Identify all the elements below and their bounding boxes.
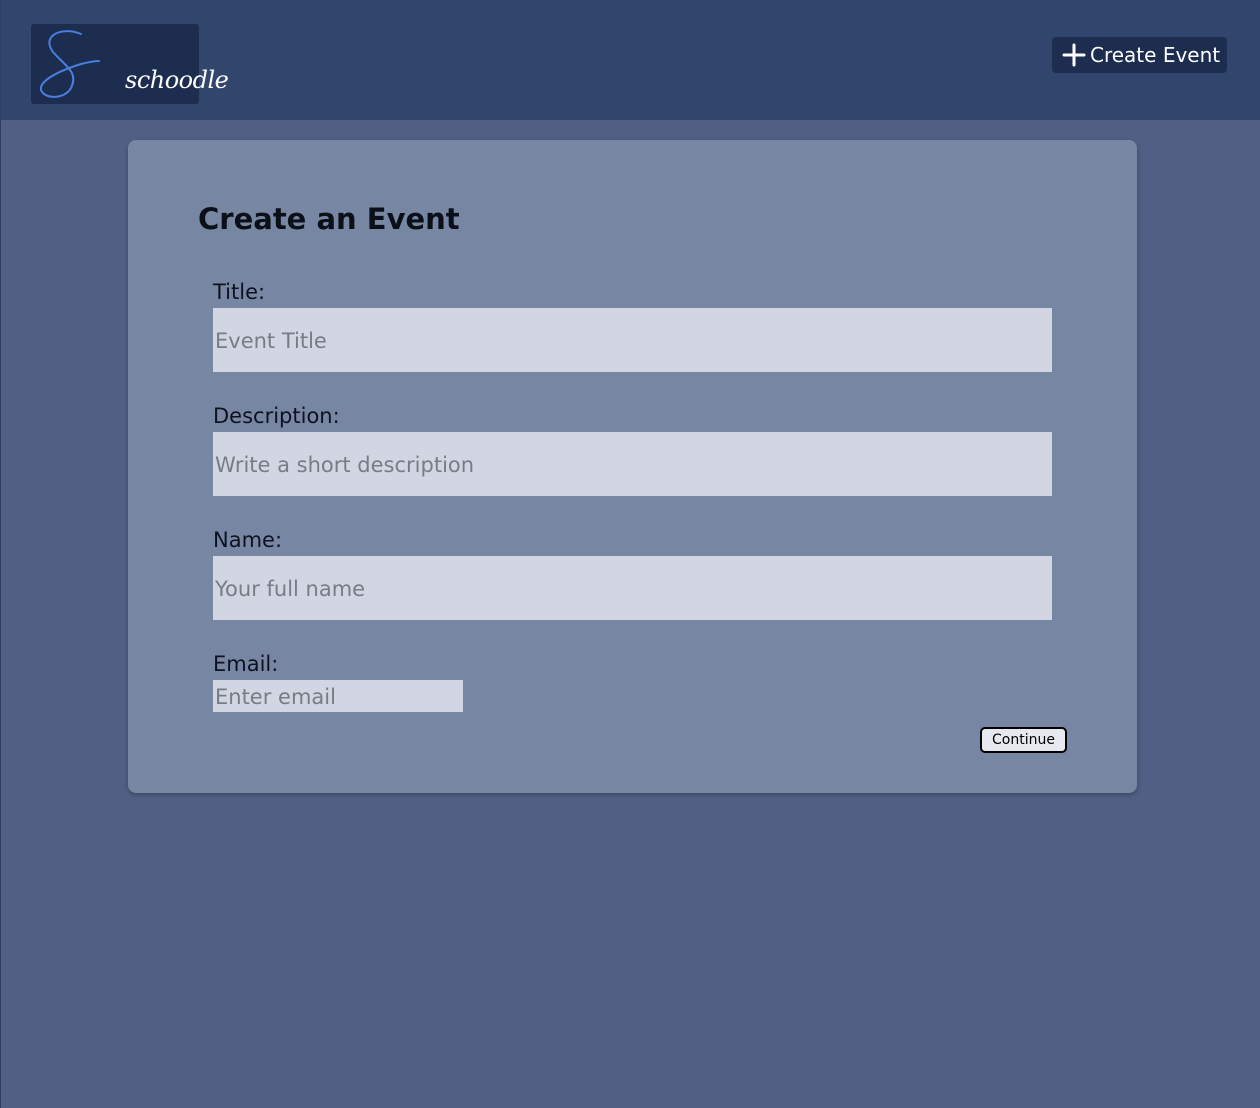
create-event-label: Create Event — [1090, 43, 1221, 67]
description-label: Description: — [213, 404, 340, 428]
title-input[interactable] — [213, 308, 1052, 372]
plus-icon — [1062, 43, 1086, 67]
app-logo[interactable]: schoodle — [31, 24, 229, 104]
page-title: Create an Event — [198, 202, 460, 236]
email-input[interactable] — [213, 680, 463, 712]
title-label: Title: — [213, 280, 266, 304]
description-input[interactable] — [213, 432, 1052, 496]
create-event-card: Create an Event Title: Description: Name… — [128, 140, 1137, 793]
name-input[interactable] — [213, 556, 1052, 620]
email-label: Email: — [213, 652, 279, 676]
create-event-button[interactable]: Create Event — [1052, 37, 1227, 73]
top-nav-bar: schoodle Create Event — [1, 0, 1260, 120]
name-label: Name: — [213, 528, 283, 552]
continue-button[interactable]: Continue — [980, 727, 1067, 753]
logo-wordmark: schoodle — [125, 66, 229, 94]
